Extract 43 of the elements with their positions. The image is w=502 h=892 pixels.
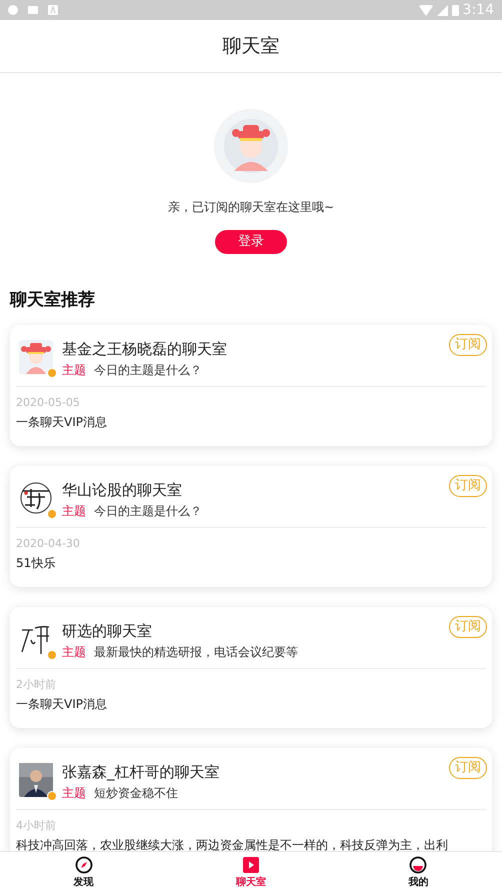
topic-label: 主题 bbox=[62, 784, 86, 800]
app-icon bbox=[48, 5, 58, 15]
topic-text: 今日的主题是什么？ bbox=[94, 362, 202, 378]
tab-bar-item[interactable]: 发现 bbox=[0, 852, 168, 892]
message-time: 2020-05-05 bbox=[16, 394, 81, 410]
room-name: 华山论股的聊天室 bbox=[62, 480, 182, 500]
notification-icon bbox=[8, 5, 18, 15]
message-preview: 一条聊天VIP消息 bbox=[16, 414, 108, 430]
compass-icon bbox=[74, 856, 93, 874]
profile-icon bbox=[409, 856, 428, 874]
message-time: 2小时前 bbox=[16, 676, 57, 692]
room-name: 张嘉森_杠杆哥的聊天室 bbox=[62, 762, 220, 782]
topic-text: 短炒资金稳不住 bbox=[94, 784, 178, 800]
message-time: 2020-04-30 bbox=[16, 536, 81, 552]
avatar-placeholder-icon bbox=[214, 109, 288, 183]
topic-text: 最新最快的精选研报，电话会议纪要等 bbox=[94, 644, 298, 660]
tab-bar-item[interactable]: 聊天室 bbox=[167, 852, 335, 892]
signal-icon bbox=[436, 4, 448, 16]
ink-seal-icon bbox=[19, 480, 53, 514]
chat-room-card[interactable]: 张嘉森_杠杆哥的聊天室 主题 短炒资金稳不住 订阅 4小时前 科技冲高回落，农业股继续大涨，两边资金属性是不一样的，科技反弹为主，出利 bbox=[10, 748, 492, 851]
topic-text: 今日的主题是什么？ bbox=[94, 502, 202, 518]
page-title: 聊天室 bbox=[222, 34, 280, 59]
room-name: 基金之王杨晓磊的聊天室 bbox=[62, 338, 227, 358]
topic-label: 主题 bbox=[62, 502, 86, 518]
message-preview: 科技冲高回落，农业股继续大涨，两边资金属性是不一样的，科技反弹为主，出利 bbox=[16, 836, 449, 851]
chat-room-card[interactable]: 基金之王杨晓磊的聊天室 主题 今日的主题是什么？ 订阅 2020-05-05 一条聊天VIP消息 bbox=[10, 324, 492, 446]
topic-label: 主题 bbox=[62, 644, 86, 660]
tab-bar-item[interactable]: 我的 bbox=[334, 852, 502, 892]
room-name: 研选的聊天室 bbox=[62, 620, 152, 640]
message-preview: 51快乐 bbox=[16, 554, 56, 572]
play-icon bbox=[242, 856, 260, 874]
message-preview: 一条聊天VIP消息 bbox=[16, 696, 108, 712]
message-time: 4小时前 bbox=[16, 818, 57, 834]
empty-message: 亲，已订阅的聊天室在这里哦~ bbox=[168, 199, 334, 216]
cartoon-avatar-icon bbox=[19, 340, 53, 374]
login-button[interactable]: 登录 bbox=[215, 230, 287, 254]
battery-icon bbox=[452, 4, 459, 16]
topic-label: 主题 bbox=[62, 362, 86, 378]
chat-room-card[interactable]: 研选的聊天室 主题 最新最快的精选研报，电话会议纪要等 订阅 2小时前 一条聊天VIP消息 bbox=[10, 606, 492, 728]
mail-icon bbox=[28, 6, 38, 14]
section-title: 聊天室推荐 bbox=[10, 289, 96, 312]
chat-room-card[interactable]: 华山论股的聊天室 主题 今日的主题是什么？ 订阅 2020-04-30 51快乐 bbox=[10, 466, 492, 586]
wifi-icon bbox=[418, 4, 433, 16]
